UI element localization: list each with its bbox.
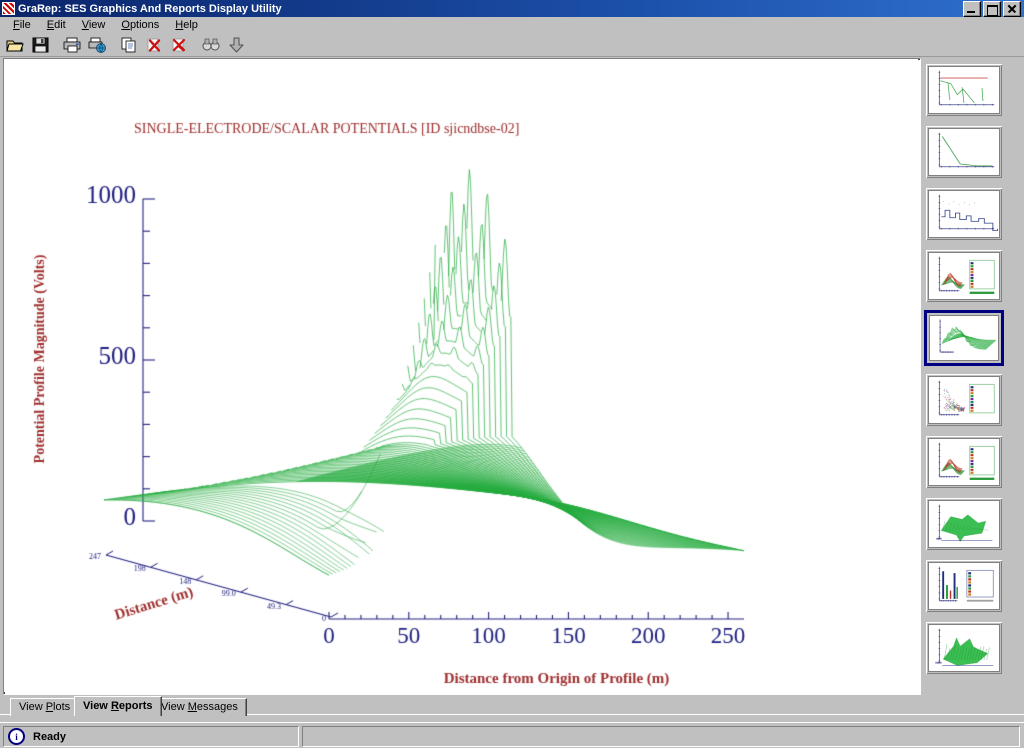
down-arrow-icon [228, 37, 245, 53]
window-controls [963, 1, 1024, 17]
toolbar [0, 33, 1024, 57]
thumbnail-preview [928, 128, 1000, 176]
print-button[interactable] [60, 33, 84, 56]
close-button[interactable] [1003, 1, 1021, 17]
menu-options[interactable]: Options [113, 18, 167, 32]
thumbnail-plot-7[interactable] [924, 434, 1004, 490]
printer-globe-icon [88, 37, 107, 53]
thumbnail-plot-10[interactable] [924, 620, 1004, 676]
red-x-icon [146, 37, 163, 53]
status-bar: i Ready [0, 722, 1024, 748]
find-button[interactable] [199, 33, 223, 56]
menu-help[interactable]: Help [167, 18, 206, 32]
thumbnail-preview [928, 500, 1000, 548]
tab-view-reports[interactable]: View Reports [74, 696, 162, 716]
maximize-button[interactable] [983, 1, 1001, 17]
info-icon: i [8, 728, 25, 745]
thumbnail-plot-4[interactable] [924, 248, 1004, 304]
thumbnail-preview [928, 252, 1000, 300]
binoculars-icon [202, 37, 220, 53]
red-double-x-icon [171, 37, 188, 53]
plot-thumbnail-list[interactable] [921, 58, 1021, 693]
minimize-button[interactable] [963, 1, 981, 17]
folder-open-icon [6, 37, 24, 53]
thumbnail-preview [928, 376, 1000, 424]
thumbnail-preview [928, 438, 1000, 486]
thumbnail-plot-6[interactable] [924, 372, 1004, 428]
tab-view-plots[interactable]: View Plots [10, 698, 79, 716]
thumbnail-plot-5[interactable] [924, 310, 1004, 366]
toolbar-separator-1 [53, 34, 60, 55]
menu-file[interactable]: File [5, 18, 39, 32]
thumbnail-plot-1[interactable] [924, 62, 1004, 118]
status-message: Ready [33, 731, 66, 743]
delete-plot-button[interactable] [142, 33, 166, 56]
tab-view-messages[interactable]: View Messages [152, 698, 247, 716]
save-file-button[interactable] [28, 33, 52, 56]
status-secondary-panel [302, 726, 1020, 747]
copy-pages-icon [121, 37, 138, 53]
thumbnail-preview [928, 562, 1000, 610]
thumbnail-plot-9[interactable] [924, 558, 1004, 614]
copy-button[interactable] [117, 33, 141, 56]
view-tab-strip: View Plots View Reports View Messages [0, 696, 1024, 718]
potential-profile-surface-chart[interactable] [4, 59, 918, 692]
thumbnail-plot-3[interactable] [924, 186, 1004, 242]
open-file-button[interactable] [3, 33, 27, 56]
thumbnail-preview [928, 190, 1000, 238]
toolbar-separator-3 [192, 34, 199, 55]
printer-icon [63, 37, 82, 53]
menu-edit[interactable]: Edit [39, 18, 74, 32]
title-bar: GraRep: SES Graphics And Reports Display… [0, 0, 1024, 17]
menu-bar: File Edit View Options Help [0, 17, 1024, 33]
menu-view[interactable]: View [74, 18, 114, 32]
print-preview-button[interactable] [85, 33, 109, 56]
thumbnail-plot-8[interactable] [924, 496, 1004, 552]
delete-all-button[interactable] [167, 33, 191, 56]
toolbar-separator-2 [110, 34, 117, 55]
thumbnail-preview [928, 624, 1000, 672]
floppy-disk-icon [32, 37, 49, 53]
window-title: GraRep: SES Graphics And Reports Display… [18, 3, 282, 15]
download-button[interactable] [224, 33, 248, 56]
thumbnail-preview [928, 66, 1000, 114]
application-window: GraRep: SES Graphics And Reports Display… [0, 0, 1024, 747]
thumbnail-preview [929, 315, 999, 361]
plot-view[interactable] [3, 58, 921, 695]
status-message-panel: i Ready [3, 726, 299, 747]
thumbnail-plot-2[interactable] [924, 124, 1004, 180]
app-icon [2, 2, 15, 15]
